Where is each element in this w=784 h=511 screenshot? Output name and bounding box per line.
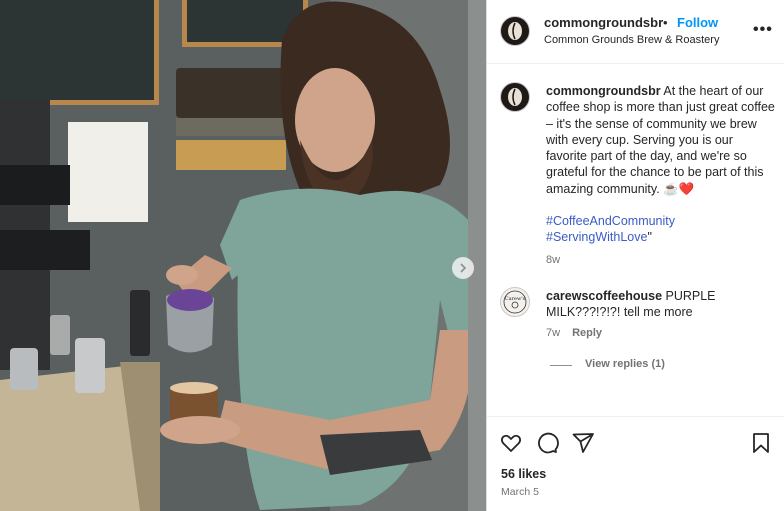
like-button[interactable] bbox=[499, 431, 523, 455]
post-date[interactable]: March 5 bbox=[501, 486, 539, 498]
post-actions: 56 likes March 5 bbox=[487, 416, 784, 511]
save-button[interactable] bbox=[749, 431, 773, 455]
hashtag-link[interactable]: #ServingWithLove bbox=[546, 230, 647, 244]
share-button[interactable] bbox=[571, 431, 595, 455]
post-side-panel: commongroundsbr • Follow Common Grounds … bbox=[486, 0, 784, 511]
commenter-avatar-logo-text: Carew's bbox=[505, 296, 526, 302]
share-icon bbox=[572, 433, 594, 453]
caption-username[interactable]: commongroundsbr bbox=[546, 84, 661, 98]
coffee-bean-icon bbox=[508, 22, 522, 40]
next-photo-button[interactable] bbox=[452, 257, 474, 279]
comment-body: carewscoffeehouse PURPLE MILK???!?!?! te… bbox=[546, 288, 746, 320]
reply-button[interactable]: Reply bbox=[572, 327, 602, 339]
more-options-button[interactable]: ••• bbox=[753, 22, 773, 38]
heart-icon bbox=[500, 434, 522, 452]
caption-quote: " bbox=[647, 230, 652, 245]
post-photo[interactable] bbox=[0, 0, 486, 511]
header-subtitle[interactable]: Common Grounds Brew & Roastery bbox=[544, 34, 719, 46]
comment-meta: 7w Reply bbox=[546, 327, 602, 339]
chevron-right-icon bbox=[460, 263, 467, 273]
caption-timestamp[interactable]: 8w bbox=[546, 254, 560, 266]
profile-avatar[interactable] bbox=[500, 16, 530, 46]
comment-username[interactable]: carewscoffeehouse bbox=[546, 289, 662, 303]
coffeehouse-logo-icon: Carew's bbox=[503, 290, 527, 314]
caption-avatar[interactable] bbox=[500, 82, 530, 112]
replies-divider bbox=[550, 365, 572, 366]
post-caption: commongroundsbr At the heart of our coff… bbox=[546, 83, 776, 197]
comment-button[interactable] bbox=[535, 431, 559, 455]
hashtag-link[interactable]: #CoffeeAndCommunity bbox=[546, 214, 675, 228]
header-username[interactable]: commongroundsbr bbox=[544, 15, 663, 30]
bookmark-icon bbox=[753, 433, 769, 453]
commenter-avatar[interactable]: Carew's bbox=[500, 287, 530, 317]
caption-text: At the heart of our coffee shop is more … bbox=[546, 84, 775, 196]
view-replies-button[interactable]: View replies (1) bbox=[585, 358, 665, 370]
comment-icon bbox=[538, 432, 559, 454]
follow-button[interactable]: Follow bbox=[677, 15, 718, 30]
comment-timestamp[interactable]: 7w bbox=[546, 327, 560, 339]
post-header: commongroundsbr • Follow Common Grounds … bbox=[487, 0, 784, 64]
photo-illustration bbox=[0, 0, 486, 511]
likes-count[interactable]: 56 likes bbox=[501, 467, 546, 481]
caption-hashtags: #CoffeeAndCommunity #ServingWithLove" bbox=[546, 213, 776, 246]
coffee-bean-icon bbox=[508, 88, 522, 106]
separator-dot: • bbox=[663, 15, 668, 30]
